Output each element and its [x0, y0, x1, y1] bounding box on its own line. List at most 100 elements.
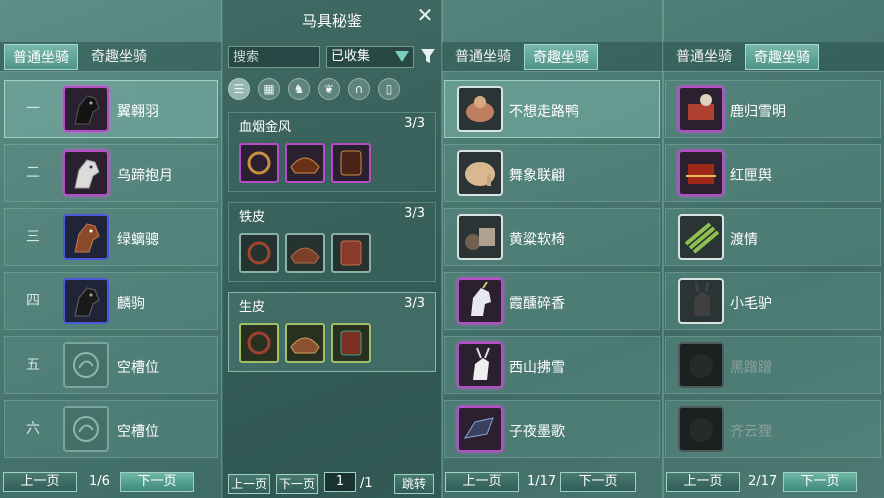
tack-set-group[interactable]: 生皮 3/3 [228, 292, 436, 372]
tack-codex-panel: 马具秘鉴 ✕ 已收集 ☰ ▦ ♞ ❦ ∩ ▯ 血烟金风 3/3 铁皮 3/3 生… [222, 0, 442, 498]
mount-slot-row[interactable]: 六 空槽位 [4, 400, 218, 458]
jump-button[interactable]: 跳转 [394, 474, 434, 494]
mount-name: 红匣舆 [730, 168, 772, 184]
mount-name: 麟驹 [117, 296, 145, 312]
mount-name: 空槽位 [117, 360, 159, 376]
page-number-input[interactable]: 1 [324, 472, 356, 492]
collected-filter-select[interactable]: 已收集 [326, 46, 414, 68]
fun-mounts-panel-page1: 普通坐骑 奇趣坐骑 不想走路鸭 舞象联翩 黄粱软椅 霞醺碎香 西山拂雪 子夜墨歌… [442, 0, 663, 498]
locked-mount-icon [678, 342, 724, 388]
tab-normal-mounts[interactable]: 普通坐骑 [667, 44, 741, 70]
next-page-button[interactable]: 下一页 [120, 472, 194, 492]
tab-normal-mounts[interactable]: 普通坐骑 [4, 44, 78, 70]
bridle-icon[interactable] [239, 323, 279, 363]
grid-view-icon[interactable]: ▦ [258, 78, 280, 100]
mount-name: 齐云狸 [730, 424, 772, 440]
panel-title: 马具秘鉴 [301, 12, 362, 30]
bridle-icon[interactable] [239, 233, 279, 273]
next-page-button[interactable]: 下一页 [783, 472, 857, 492]
mount-name: 霞醺碎香 [509, 296, 565, 312]
mount-slot-row[interactable]: 一 翼翱羽 [4, 80, 218, 138]
white-deer-icon [457, 342, 503, 388]
page-indicator: 1/17 [527, 474, 557, 489]
set-count: 3/3 [404, 116, 425, 131]
brown-horse-icon [63, 214, 109, 260]
white-horse-icon [63, 150, 109, 196]
barding-icon[interactable] [331, 143, 371, 183]
next-page-button[interactable]: 下一页 [276, 474, 318, 494]
set-count: 3/3 [404, 206, 425, 221]
tack-set-group[interactable]: 铁皮 3/3 [228, 202, 436, 282]
prev-page-button[interactable]: 上一页 [228, 474, 270, 494]
barding-icon[interactable] [331, 323, 371, 363]
mount-name: 黑蹭蹭 [730, 360, 772, 376]
mount-slot-row[interactable]: 三 绿螭骢 [4, 208, 218, 266]
tack-set-group[interactable]: 血烟金风 3/3 [228, 112, 436, 192]
slot-number: 一 [26, 101, 40, 117]
mount-name: 黄粱软椅 [509, 232, 565, 248]
leaf-category-icon[interactable]: ❦ [318, 78, 340, 100]
funnel-icon[interactable] [420, 47, 436, 65]
tab-fun-mounts[interactable]: 奇趣坐骑 [745, 44, 819, 70]
mount-slot-row[interactable]: 二 乌蹄抱月 [4, 144, 218, 202]
horseshoe-category-icon[interactable]: ∩ [348, 78, 370, 100]
search-input[interactable] [228, 46, 320, 68]
close-icon[interactable]: ✕ [414, 4, 436, 26]
set-count: 3/3 [404, 296, 425, 311]
fun-mount-row[interactable]: 鹿归雪明 [665, 80, 881, 138]
fun-mount-row[interactable]: 子夜墨歌 [444, 400, 660, 458]
tab-fun-mounts[interactable]: 奇趣坐骑 [82, 44, 156, 70]
mount-name: 乌蹄抱月 [117, 168, 173, 184]
mount-name: 西山拂雪 [509, 360, 565, 376]
red-box-carriage-icon [678, 150, 724, 196]
prev-page-button[interactable]: 上一页 [3, 472, 77, 492]
fun-mount-row[interactable]: 齐云狸 [665, 400, 881, 458]
saddle-icon[interactable] [285, 233, 325, 273]
fun-mount-row[interactable]: 黑蹭蹭 [665, 336, 881, 394]
page-indicator: 1/6 [89, 474, 110, 489]
book-category-icon[interactable]: ▯ [378, 78, 400, 100]
fun-mount-row[interactable]: 舞象联翩 [444, 144, 660, 202]
empty-slot-icon [63, 342, 109, 388]
horse-head-category-icon[interactable]: ♞ [288, 78, 310, 100]
prev-page-button[interactable]: 上一页 [666, 472, 740, 492]
tab-normal-mounts[interactable]: 普通坐骑 [446, 44, 520, 70]
mount-name: 翼翱羽 [117, 104, 159, 120]
slot-number: 五 [26, 357, 40, 373]
deer-sleigh-icon [678, 86, 724, 132]
fun-mount-row[interactable]: 黄粱软椅 [444, 208, 660, 266]
barding-icon[interactable] [331, 233, 371, 273]
mount-slot-row[interactable]: 五 空槽位 [4, 336, 218, 394]
tab-fun-mounts[interactable]: 奇趣坐骑 [524, 44, 598, 70]
fun-mount-row[interactable]: 不想走路鸭 [444, 80, 660, 138]
prev-page-button[interactable]: 上一页 [445, 472, 519, 492]
fun-mount-row[interactable]: 霞醺碎香 [444, 272, 660, 330]
mount-name: 绿螭骢 [117, 232, 159, 248]
list-view-icon[interactable]: ☰ [228, 78, 250, 100]
fun-mount-row[interactable]: 红匣舆 [665, 144, 881, 202]
elephant-icon [457, 150, 503, 196]
mount-tabs: 普通坐骑 奇趣坐骑 [0, 42, 222, 72]
page-indicator: 2/17 [748, 474, 778, 489]
bamboo-raft-icon [678, 214, 724, 260]
mount-name: 空槽位 [117, 424, 159, 440]
page-total: /1 [360, 476, 373, 491]
slot-number: 六 [26, 421, 40, 437]
mount-name: 不想走路鸭 [509, 104, 579, 120]
mount-name: 渡情 [730, 232, 758, 248]
saddle-icon[interactable] [285, 143, 325, 183]
set-name: 生皮 [239, 300, 266, 315]
bridle-icon[interactable] [239, 143, 279, 183]
saddle-icon[interactable] [285, 323, 325, 363]
mount-slot-row[interactable]: 四 麟驹 [4, 272, 218, 330]
fun-mounts-panel-page2: 普通坐骑 奇趣坐骑 鹿归雪明 红匣舆 渡情 小毛驴 黑蹭蹭 齐云狸 上一页 2/… [663, 0, 884, 498]
fun-mount-row[interactable]: 西山拂雪 [444, 336, 660, 394]
mount-tabs: 普通坐骑 奇趣坐骑 [442, 42, 663, 72]
mount-name: 小毛驴 [730, 296, 772, 312]
slot-number: 二 [26, 165, 40, 181]
fun-mount-row[interactable]: 渡情 [665, 208, 881, 266]
mechanical-mount-icon [457, 406, 503, 452]
fun-mount-row[interactable]: 小毛驴 [665, 272, 881, 330]
filter-value: 已收集 [331, 49, 371, 64]
next-page-button[interactable]: 下一页 [560, 472, 636, 492]
